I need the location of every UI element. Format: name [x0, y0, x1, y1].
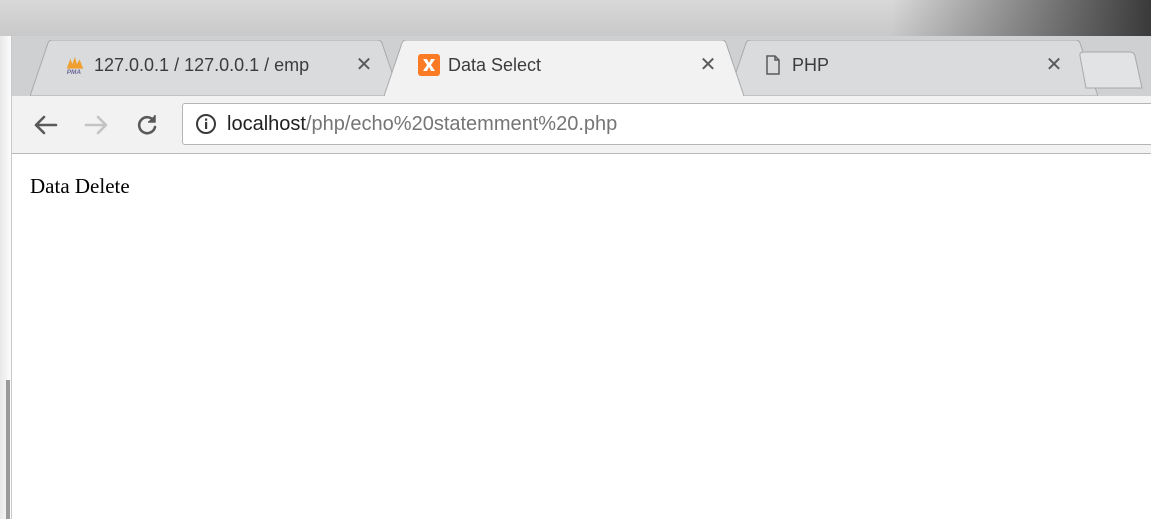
info-icon[interactable]: [195, 113, 217, 135]
page-content: Data Delete: [12, 155, 1151, 519]
xampp-logo-icon: [418, 54, 440, 76]
forward-button[interactable]: [80, 108, 114, 142]
tab-title: Data Select: [448, 54, 542, 75]
close-tab-icon[interactable]: ✕: [1044, 55, 1064, 75]
url-host: localhost: [227, 112, 306, 135]
phpmyadmin-logo-icon: PMA: [64, 54, 86, 76]
svg-text:PMA: PMA: [67, 69, 82, 76]
new-tab-icon: [1079, 51, 1143, 89]
tab-strip: PMA 127.0.0.1 / 127.0.0.1 / emp ✕ PHP ✕ …: [12, 36, 1151, 96]
back-button[interactable]: [28, 108, 62, 142]
arrow-left-icon: [34, 115, 58, 135]
url-text[interactable]: localhost/php/echo%20statemment%20.php: [227, 113, 617, 136]
title-bar-shadow: [891, 0, 1151, 36]
reload-icon: [137, 115, 157, 135]
page-body-text: Data Delete: [30, 174, 130, 198]
arrow-right-icon: [84, 115, 108, 135]
window-title-bar[interactable]: [0, 0, 1151, 36]
browser-window: PMA 127.0.0.1 / 127.0.0.1 / emp ✕ PHP ✕ …: [0, 0, 1151, 519]
tab-data-select[interactable]: Data Select ✕: [384, 40, 744, 96]
url-path: /php/echo%20statemment%20.php: [305, 112, 618, 135]
tab-php[interactable]: PHP ✕: [728, 40, 1098, 96]
close-tab-icon[interactable]: ✕: [354, 55, 374, 75]
tab-title: PHP: [792, 54, 830, 75]
new-tab-button[interactable]: [1078, 40, 1148, 96]
window-left-border-shadow: [6, 380, 10, 519]
reload-button[interactable]: [130, 108, 164, 142]
blank-page-icon: [762, 54, 784, 76]
tab-phpmyadmin[interactable]: PMA 127.0.0.1 / 127.0.0.1 / emp ✕: [30, 40, 400, 96]
address-bar[interactable]: localhost/php/echo%20statemment%20.php: [182, 103, 1151, 145]
tab-title: 127.0.0.1 / 127.0.0.1 / emp: [94, 54, 310, 75]
close-tab-icon[interactable]: ✕: [698, 55, 718, 75]
browser-toolbar: localhost/php/echo%20statemment%20.php: [12, 96, 1151, 154]
